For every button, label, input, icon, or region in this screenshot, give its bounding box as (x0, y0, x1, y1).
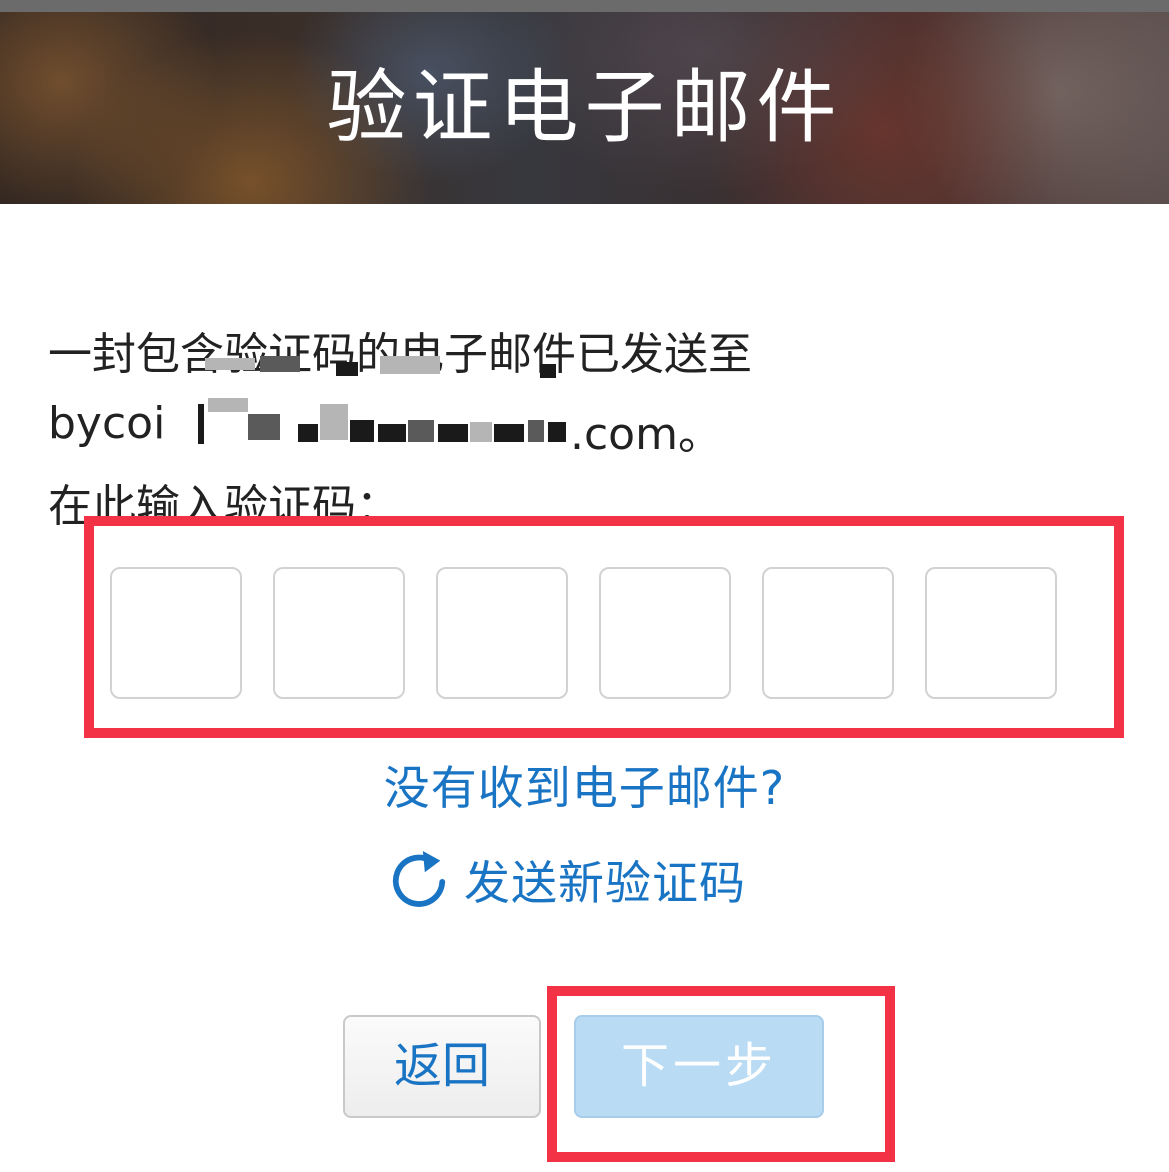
redaction-block (380, 356, 440, 374)
redaction-block (470, 422, 492, 442)
redaction-block (298, 424, 318, 442)
code-digit-input[interactable] (925, 567, 1057, 699)
resend-code-link[interactable]: 发送新验证码 (388, 845, 746, 915)
redaction-block (336, 362, 358, 376)
page-title: 验证电子邮件 (326, 61, 843, 154)
header-banner: 验证电子邮件 (0, 12, 1169, 204)
back-button[interactable]: 返回 (343, 1015, 541, 1118)
redaction-block (248, 414, 280, 440)
no-email-link[interactable]: 没有收到电子邮件? (0, 752, 1169, 818)
redaction-block (438, 424, 468, 442)
code-digit-input[interactable] (436, 567, 568, 699)
redaction-block (350, 420, 374, 442)
redaction-block (408, 420, 434, 442)
code-digit-input[interactable] (599, 567, 731, 699)
redaction-block (320, 404, 348, 440)
redaction-block (540, 364, 556, 378)
redaction-block (378, 424, 406, 442)
redaction-block (205, 358, 255, 370)
redaction-block (528, 420, 544, 442)
resend-code-label: 发送新验证码 (464, 856, 746, 910)
redaction-block (208, 398, 248, 412)
code-digit-input[interactable] (273, 567, 405, 699)
email-suffix-text: .com。 (570, 409, 722, 460)
redaction-block (260, 356, 300, 372)
code-digit-input[interactable] (762, 567, 894, 699)
status-strip (0, 0, 1169, 12)
email-prefix-text: bycoi (48, 398, 166, 449)
refresh-icon (392, 850, 446, 907)
redaction-block (548, 422, 566, 442)
redaction-block (494, 424, 524, 442)
redaction-block (198, 404, 204, 444)
next-button[interactable]: 下一步 (574, 1015, 824, 1118)
code-digit-input[interactable] (110, 567, 242, 699)
